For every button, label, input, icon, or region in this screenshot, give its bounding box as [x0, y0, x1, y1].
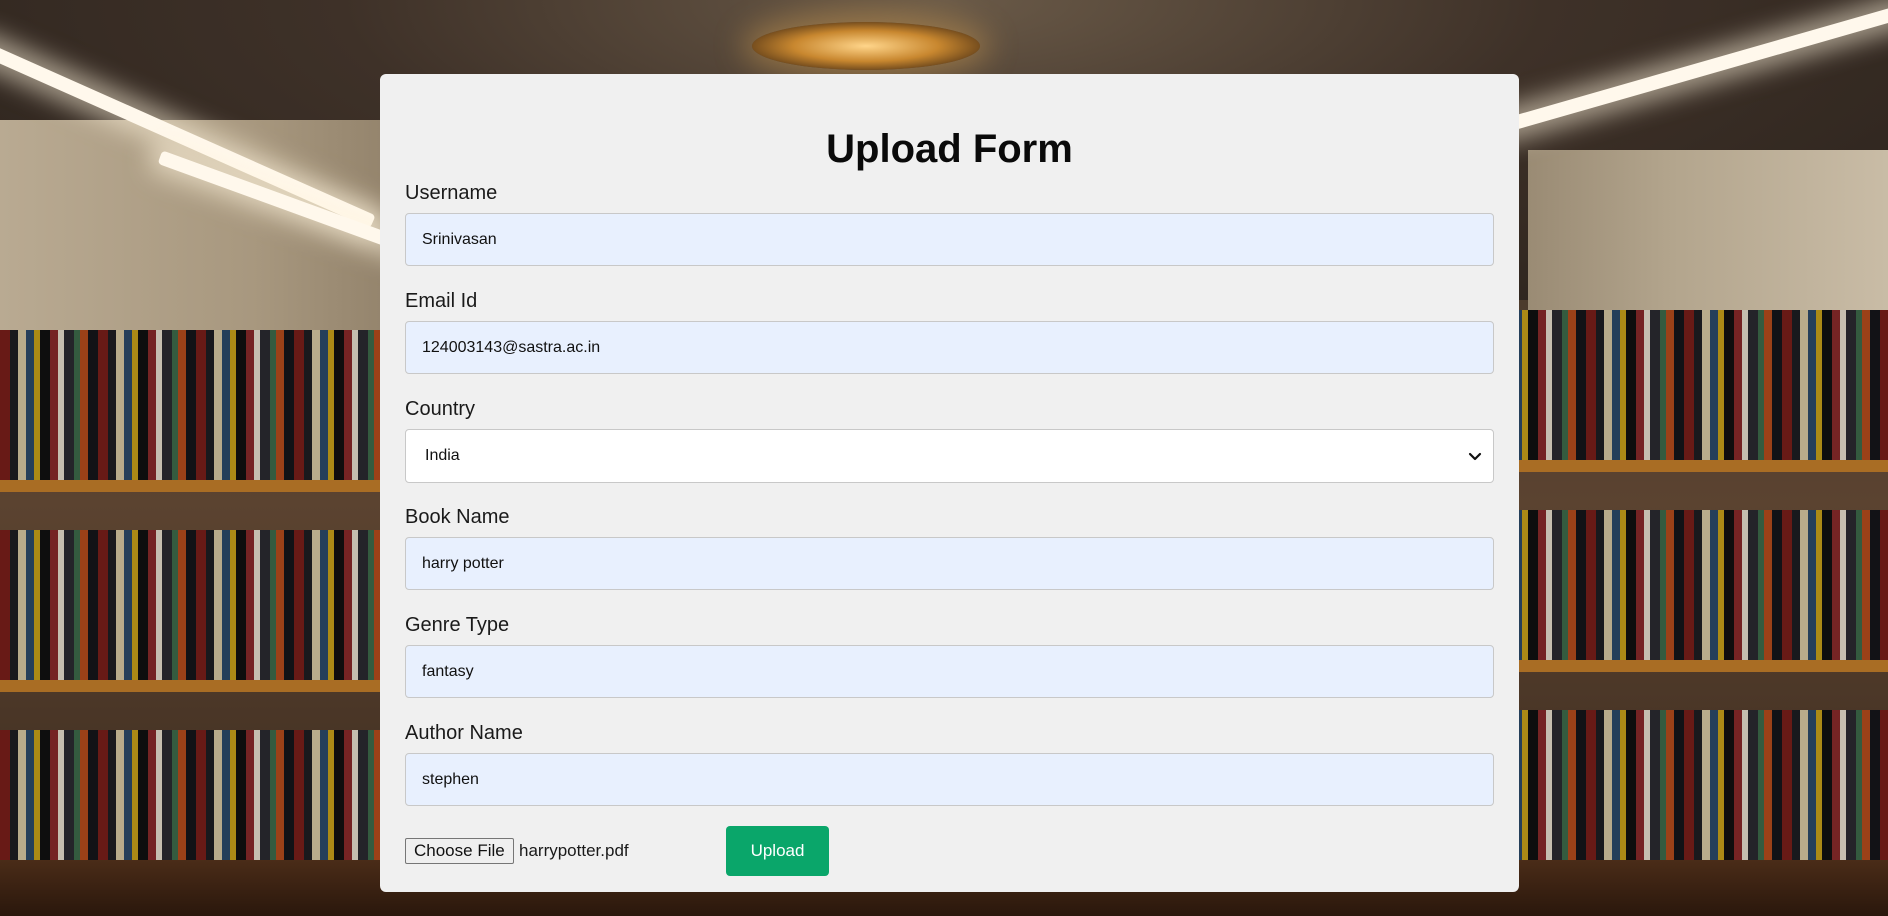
chevron-down-icon: [1468, 452, 1482, 461]
country-field-group: Country India: [405, 397, 1494, 500]
choose-file-button[interactable]: Choose File: [405, 838, 514, 864]
ceiling-lamp: [752, 22, 980, 70]
username-label: Username: [405, 182, 498, 204]
email-input[interactable]: [405, 321, 1494, 374]
bookshelf-right: [1488, 310, 1888, 916]
country-selected-value: India: [425, 447, 460, 464]
selected-file-name: harrypotter.pdf: [519, 841, 629, 860]
author-label: Author Name: [405, 722, 523, 744]
genre-label: Genre Type: [405, 614, 510, 636]
book-name-field-group: Book Name: [405, 505, 1494, 608]
country-label: Country: [405, 398, 476, 420]
country-select[interactable]: India: [405, 429, 1494, 483]
username-input[interactable]: [405, 213, 1494, 266]
upload-form-card: Upload Form Username Email Id Country In…: [380, 74, 1519, 892]
bookshelf-left: [0, 330, 400, 916]
author-field-group: Author Name: [405, 721, 1494, 824]
book-name-label: Book Name: [405, 506, 510, 528]
file-upload-row: Choose File harrypotter.pdf Upload: [405, 826, 1494, 886]
upload-button[interactable]: Upload: [726, 826, 829, 876]
email-field-group: Email Id: [405, 289, 1494, 392]
username-field-group: Username: [405, 181, 1494, 284]
email-label: Email Id: [405, 290, 478, 312]
genre-input[interactable]: [405, 645, 1494, 698]
form-title: Upload Form: [826, 127, 1073, 171]
author-input[interactable]: [405, 753, 1494, 806]
book-name-input[interactable]: [405, 537, 1494, 590]
genre-field-group: Genre Type: [405, 613, 1494, 716]
